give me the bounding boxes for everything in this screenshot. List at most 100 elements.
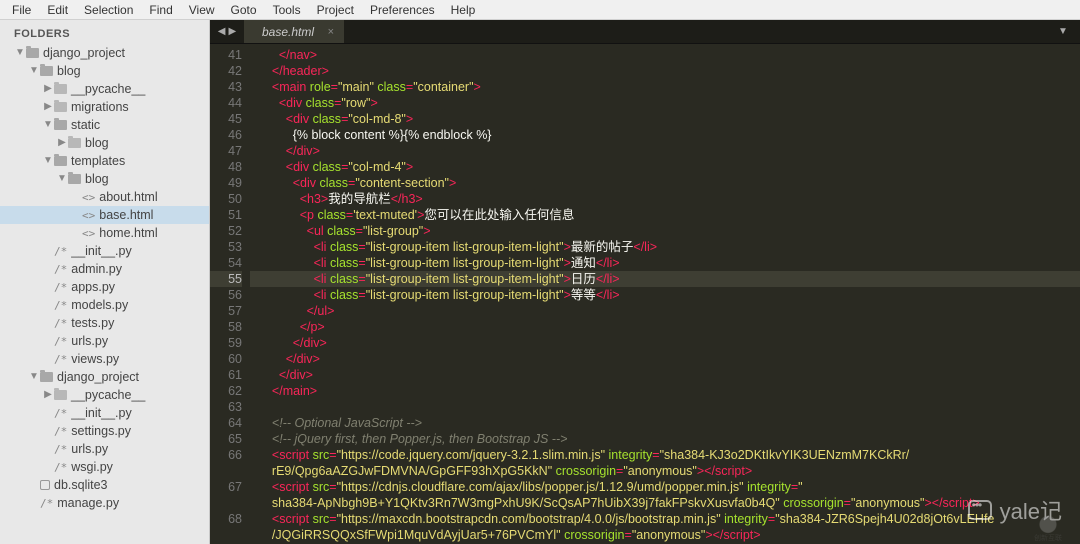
tree-item-label: __init__.py (71, 406, 131, 420)
editor-area: ◀ ▶ base.html × ▼ 4142434445464748495051… (210, 20, 1080, 544)
tree-item-label: base.html (99, 208, 153, 222)
code-editor[interactable]: 4142434445464748495051525354555657585960… (210, 44, 1080, 544)
folder-icon (26, 48, 39, 58)
tree-item-apps-py[interactable]: /*apps.py (0, 278, 209, 296)
tree-item-label: django_project (43, 46, 125, 60)
tree-item-label: apps.py (71, 280, 115, 294)
tree-item-base-html[interactable]: <> base.html (0, 206, 209, 224)
tree-item--pycache-[interactable]: ▶ __pycache__ (0, 386, 209, 404)
disclosure-triangle-icon[interactable]: ▶ (42, 83, 54, 94)
python-file-icon: /* (40, 497, 53, 510)
tree-item-admin-py[interactable]: /* admin.py (0, 260, 209, 278)
tree-item--init-py[interactable]: /* __init__.py (0, 404, 209, 422)
disclosure-triangle-icon[interactable]: ▼ (28, 65, 40, 76)
disclosure-triangle-icon[interactable]: ▼ (56, 173, 68, 184)
disclosure-triangle-icon[interactable]: ▶ (42, 389, 54, 400)
tree-item-label: manage.py (57, 496, 119, 510)
tree-item-label: home.html (99, 226, 157, 240)
tree-item--pycache-[interactable]: ▶__pycache__ (0, 80, 209, 98)
tree-item-label: blog (57, 64, 81, 78)
tab-right-icon[interactable]: ▶ (229, 26, 237, 37)
menu-selection[interactable]: Selection (76, 1, 141, 19)
menu-view[interactable]: View (181, 1, 223, 19)
tree-item-tests-py[interactable]: /*tests.py (0, 314, 209, 332)
tab-label: base.html (262, 25, 314, 39)
tree-item-static[interactable]: ▼ static (0, 116, 209, 134)
tree-item-blog[interactable]: ▶blog (0, 134, 209, 152)
disclosure-triangle-icon[interactable]: ▼ (28, 371, 40, 382)
folder-tree: ▼django_project▼blog▶__pycache__▶migrati… (0, 44, 209, 512)
tab-scroll-controls: ◀ ▶ (210, 20, 244, 43)
tree-item-urls-py[interactable]: /* urls.py (0, 332, 209, 350)
tree-item-wsgi-py[interactable]: /* wsgi.py (0, 458, 209, 476)
tree-item-label: templates (71, 154, 125, 168)
python-file-icon: /* (54, 443, 67, 456)
disclosure-triangle-icon[interactable]: ▼ (42, 119, 54, 130)
html-file-icon: <> (82, 209, 95, 222)
tree-item-label: __init__.py (71, 244, 131, 258)
tree-item-label: migrations (71, 100, 129, 114)
python-file-icon: /* (54, 407, 67, 420)
tab-menu-button[interactable]: ▼ (1046, 20, 1080, 43)
menu-file[interactable]: File (4, 1, 39, 19)
tree-item-label: views.py (71, 352, 119, 366)
python-file-icon: /* (54, 299, 67, 312)
tree-item-models-py[interactable]: /* models.py (0, 296, 209, 314)
tree-item-views-py[interactable]: /*views.py (0, 350, 209, 368)
folder-sidebar: FOLDERS ▼django_project▼blog▶__pycache__… (0, 20, 210, 544)
python-file-icon: /* (54, 335, 67, 348)
tree-item-db-sqlite3[interactable]: db.sqlite3 (0, 476, 209, 494)
tab-left-icon[interactable]: ◀ (218, 26, 226, 37)
tree-item-label: db.sqlite3 (54, 478, 108, 492)
line-number-gutter: 4142434445464748495051525354555657585960… (210, 44, 250, 544)
disclosure-triangle-icon[interactable]: ▼ (42, 155, 54, 166)
tree-item-label: __pycache__ (71, 388, 145, 402)
tab-base-html[interactable]: base.html × (244, 20, 345, 43)
tree-item-label: blog (85, 172, 109, 186)
python-file-icon: /* (54, 461, 67, 474)
folder-icon (54, 156, 67, 166)
tree-item-label: urls.py (71, 442, 108, 456)
tree-item-label: urls.py (71, 334, 108, 348)
disclosure-triangle-icon[interactable]: ▶ (42, 101, 54, 112)
database-icon (40, 480, 50, 490)
menu-project[interactable]: Project (309, 1, 362, 19)
tree-item-label: admin.py (71, 262, 122, 276)
tree-item-label: models.py (71, 298, 128, 312)
menu-tools[interactable]: Tools (265, 1, 309, 19)
tree-item-templates[interactable]: ▼ templates (0, 152, 209, 170)
python-file-icon: /* (54, 245, 67, 258)
disclosure-triangle-icon[interactable]: ▼ (14, 47, 26, 58)
folder-icon (40, 66, 53, 76)
tree-item-django-project[interactable]: ▼ django_project (0, 368, 209, 386)
folder-icon (40, 372, 53, 382)
tree-item-migrations[interactable]: ▶ migrations (0, 98, 209, 116)
folder-icon (54, 390, 67, 400)
close-icon[interactable]: × (328, 26, 334, 38)
tree-item-settings-py[interactable]: /*settings.py (0, 422, 209, 440)
menu-bar: FileEditSelectionFindViewGotoToolsProjec… (0, 0, 1080, 20)
tree-item-blog[interactable]: ▼ blog (0, 170, 209, 188)
tree-item-label: settings.py (71, 424, 131, 438)
menu-find[interactable]: Find (141, 1, 180, 19)
folder-icon (68, 174, 81, 184)
python-file-icon: /* (54, 263, 67, 276)
tree-item-label: django_project (57, 370, 139, 384)
tab-bar: ◀ ▶ base.html × ▼ (210, 20, 1080, 44)
disclosure-triangle-icon[interactable]: ▶ (56, 137, 68, 148)
menu-edit[interactable]: Edit (39, 1, 76, 19)
tree-item-urls-py[interactable]: /* urls.py (0, 440, 209, 458)
tree-item--init-py[interactable]: /* __init__.py (0, 242, 209, 260)
tree-item-about-html[interactable]: <>about.html (0, 188, 209, 206)
tree-item-blog[interactable]: ▼ blog (0, 62, 209, 80)
menu-preferences[interactable]: Preferences (362, 1, 443, 19)
tree-item-label: static (71, 118, 100, 132)
menu-help[interactable]: Help (443, 1, 484, 19)
code-text[interactable]: </nav> </header> <main role="main" class… (250, 44, 1080, 544)
tree-item-label: wsgi.py (71, 460, 113, 474)
folder-icon (54, 102, 67, 112)
tree-item-django-project[interactable]: ▼ django_project (0, 44, 209, 62)
tree-item-manage-py[interactable]: /* manage.py (0, 494, 209, 512)
tree-item-home-html[interactable]: <>home.html (0, 224, 209, 242)
menu-goto[interactable]: Goto (223, 1, 265, 19)
